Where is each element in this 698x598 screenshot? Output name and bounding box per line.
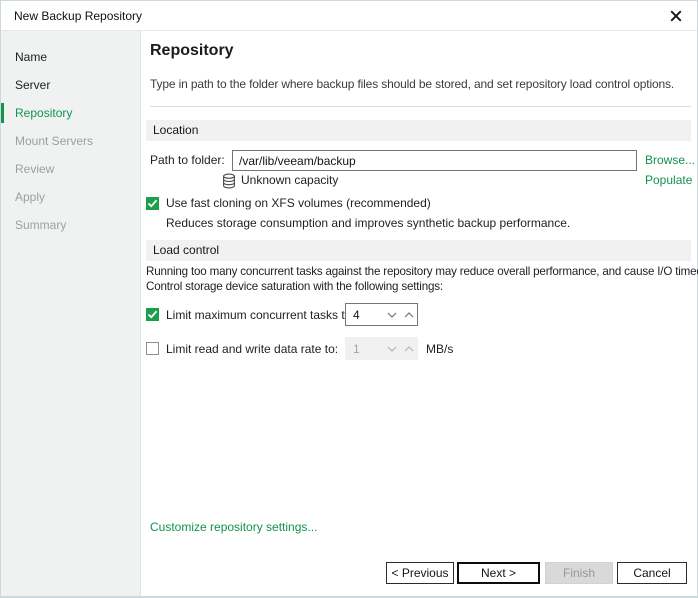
sidebar-item-apply: Apply <box>1 183 140 211</box>
divider <box>150 106 691 107</box>
fast-cloning-description: Reduces storage consumption and improves… <box>166 215 570 231</box>
capacity-status-text: Unknown capacity <box>241 170 338 191</box>
next-button[interactable]: Next > <box>457 562 540 584</box>
data-rate-value: 1 <box>346 342 383 356</box>
load-control-intro-line1: Running too many concurrent tasks agains… <box>146 264 698 279</box>
data-rate-stepper: 1 <box>345 337 418 360</box>
path-to-folder-input[interactable] <box>232 150 637 171</box>
sidebar-item-label: Repository <box>15 106 72 120</box>
close-icon[interactable] <box>667 7 685 25</box>
title-bar[interactable]: New Backup Repository <box>1 1 697 31</box>
wizard-steps-sidebar: Name Server Repository Mount Servers Rev… <box>1 31 141 596</box>
concurrent-tasks-value: 4 <box>346 308 383 322</box>
limit-rate-checkbox[interactable] <box>146 342 159 355</box>
chevron-up-icon[interactable] <box>400 304 417 325</box>
populate-button[interactable]: Populate <box>645 170 692 191</box>
browse-button[interactable]: Browse... <box>645 150 695 171</box>
path-to-folder-label: Path to folder: <box>150 150 225 171</box>
previous-button[interactable]: < Previous <box>386 562 454 584</box>
sidebar-item-server[interactable]: Server <box>1 71 140 99</box>
capacity-database-icon <box>222 173 236 192</box>
sidebar-item-summary: Summary <box>1 211 140 239</box>
limit-tasks-label: Limit maximum concurrent tasks to: <box>166 305 355 326</box>
main-pane: Repository Type in path to the folder wh… <box>141 31 697 596</box>
sidebar-item-repository[interactable]: Repository <box>1 99 140 127</box>
fast-cloning-checkbox[interactable] <box>146 197 159 210</box>
sidebar-item-name[interactable]: Name <box>1 43 140 71</box>
sidebar-item-review: Review <box>1 155 140 183</box>
concurrent-tasks-stepper[interactable]: 4 <box>345 303 418 326</box>
window-title: New Backup Repository <box>14 9 142 23</box>
limit-tasks-checkbox[interactable] <box>146 308 159 321</box>
sidebar-item-mount-servers: Mount Servers <box>1 127 140 155</box>
data-rate-unit-label: MB/s <box>426 339 453 360</box>
limit-rate-label: Limit read and write data rate to: <box>166 339 338 360</box>
load-control-section-header: Load control <box>146 240 691 261</box>
chevron-down-icon[interactable] <box>383 304 400 325</box>
load-control-intro: Running too many concurrent tasks agains… <box>146 264 698 294</box>
location-section-header: Location <box>146 120 691 141</box>
chevron-down-icon <box>383 338 400 359</box>
new-backup-repository-dialog: { "window": { "title": "New Backup Repos… <box>0 0 698 598</box>
chevron-up-icon <box>400 338 417 359</box>
load-control-intro-line2: Control storage device saturation with t… <box>146 279 698 294</box>
page-title: Repository <box>150 42 234 60</box>
customize-repository-settings-link[interactable]: Customize repository settings... <box>150 519 317 535</box>
active-step-indicator <box>1 103 4 123</box>
cancel-button[interactable]: Cancel <box>617 562 687 584</box>
page-subtitle: Type in path to the folder where backup … <box>150 77 674 91</box>
fast-cloning-label: Use fast cloning on XFS volumes (recomme… <box>166 195 431 212</box>
finish-button: Finish <box>545 562 613 584</box>
